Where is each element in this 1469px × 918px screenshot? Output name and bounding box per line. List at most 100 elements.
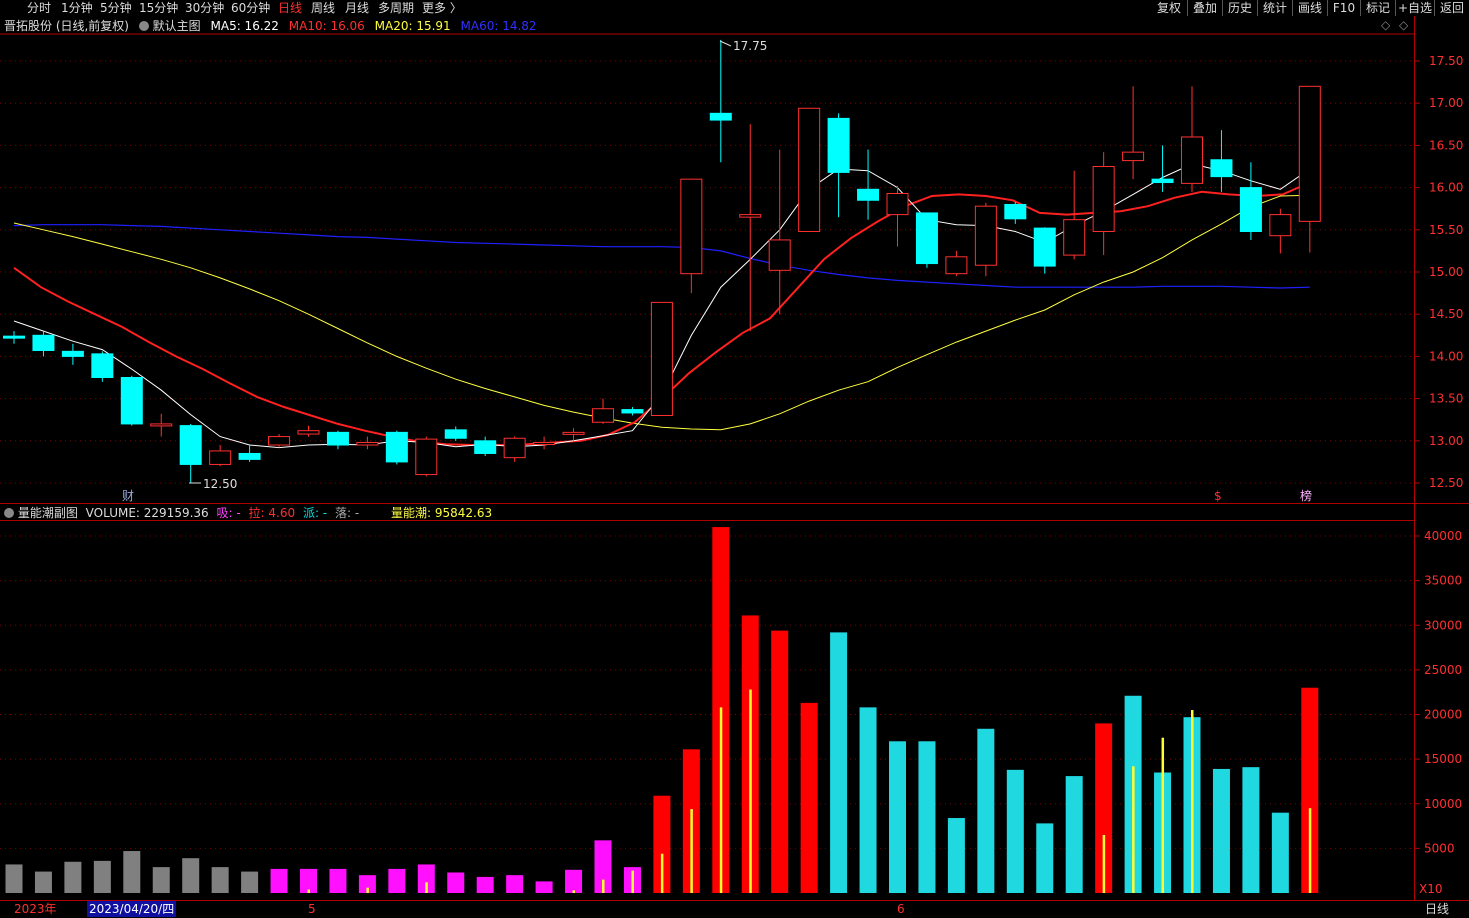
candle-down[interactable] [709, 112, 732, 121]
candle-up[interactable] [650, 301, 673, 416]
candle-up[interactable] [798, 107, 821, 232]
candle-up[interactable] [592, 408, 614, 423]
candle-up[interactable] [415, 438, 438, 476]
candle-up[interactable] [1063, 219, 1086, 256]
volume-bar[interactable] [329, 868, 347, 893]
candle-down[interactable] [61, 350, 84, 357]
lnc-line-bar [749, 689, 752, 893]
candle-down[interactable] [238, 452, 261, 460]
volume-bar[interactable] [34, 871, 52, 893]
candle-down[interactable] [1151, 178, 1174, 184]
volume-tick-label: 40000 [1424, 529, 1462, 543]
month-6-label: 6 [897, 902, 905, 916]
volume-bar[interactable] [830, 632, 848, 893]
volume-bar[interactable] [5, 864, 23, 893]
volume-bar[interactable] [535, 881, 553, 893]
volume-bar[interactable] [1242, 767, 1260, 893]
volume-bar[interactable] [1065, 776, 1083, 893]
candle-down[interactable] [120, 377, 143, 425]
volume-bar[interactable] [565, 869, 583, 893]
candle-up[interactable] [503, 437, 526, 459]
candle-up[interactable] [974, 205, 997, 266]
volume-bar[interactable] [1036, 823, 1054, 893]
volume-bar[interactable] [211, 867, 229, 893]
volume-bar[interactable] [388, 868, 406, 893]
candle-down[interactable] [1239, 187, 1262, 232]
lnc-line-bar [602, 879, 605, 893]
volume-bar[interactable] [182, 858, 200, 893]
volume-bar[interactable] [800, 702, 818, 893]
candle-up[interactable] [150, 423, 173, 427]
lnc-line-bar [1161, 737, 1165, 893]
candle-down[interactable] [32, 334, 55, 351]
lnc-line-bar [1132, 766, 1135, 893]
volume-bar[interactable] [859, 707, 877, 893]
volume-bar[interactable] [506, 875, 524, 893]
volume-bar[interactable] [241, 871, 259, 893]
lnc-line-bar [631, 870, 634, 893]
volume-bar[interactable] [270, 868, 288, 893]
candle-down[interactable] [915, 212, 938, 265]
candle-up[interactable] [297, 430, 320, 435]
candle-down[interactable] [621, 409, 644, 414]
volume-bar[interactable] [93, 860, 111, 893]
lnc-line-bar [366, 887, 369, 893]
candle-down[interactable] [179, 425, 202, 465]
candle-down[interactable] [385, 431, 408, 463]
volume-bar[interactable] [918, 741, 936, 893]
volume-bar[interactable] [152, 867, 170, 893]
price-tick-label: 17.00 [1429, 96, 1463, 110]
price-tick-label: 13.50 [1429, 392, 1463, 406]
volume-bar[interactable] [447, 872, 465, 893]
candle-up[interactable] [680, 178, 703, 275]
candle-down[interactable] [3, 335, 25, 339]
candle-up[interactable] [945, 256, 968, 275]
period-label[interactable]: 日线 [1425, 901, 1449, 917]
high-marker-arrow [719, 40, 732, 47]
candle-up[interactable] [562, 431, 585, 435]
volume-bar[interactable] [123, 851, 141, 893]
volume-bar[interactable] [771, 630, 789, 893]
volume-bar[interactable] [64, 861, 82, 893]
month-5-label: 5 [308, 902, 316, 916]
candle-down[interactable] [326, 431, 349, 446]
lnc-line-bar [1191, 710, 1194, 893]
volume-bar[interactable] [977, 728, 995, 893]
candle-down[interactable] [857, 188, 880, 201]
candle-up[interactable] [209, 450, 232, 465]
kline-chart[interactable]: 17.50 17.00 16.50 16.00 15.50 15.00 14.50 14.00… [0, 0, 1469, 900]
high-marker-label: 17.75 [733, 39, 767, 53]
price-tick-label: 17.50 [1429, 54, 1463, 68]
candle-up[interactable] [739, 214, 762, 218]
candle-up[interactable] [1092, 166, 1115, 232]
candle-down[interactable] [1033, 227, 1056, 267]
candle-down[interactable] [474, 440, 497, 454]
volume-bar[interactable] [300, 868, 317, 893]
candle-up[interactable] [533, 441, 556, 445]
candle-up[interactable] [886, 193, 909, 216]
price-tick-label: 14.00 [1429, 349, 1463, 363]
volume-tick-label: 35000 [1424, 574, 1462, 588]
candle-up[interactable] [268, 436, 291, 446]
volume-bar[interactable] [1271, 812, 1289, 893]
candle-up[interactable] [356, 441, 379, 446]
volume-bar[interactable] [947, 818, 965, 893]
candle-down[interactable] [91, 353, 114, 379]
candle-up[interactable] [1181, 136, 1203, 184]
price-tick-label: 16.00 [1429, 181, 1463, 195]
volume-bar[interactable] [1212, 768, 1230, 893]
candle-up[interactable] [768, 239, 791, 271]
candle-down[interactable] [1210, 159, 1233, 178]
candle-down[interactable] [444, 429, 467, 439]
candle-up[interactable] [1122, 151, 1145, 162]
candle-up[interactable] [1298, 85, 1321, 222]
candle-up[interactable] [1269, 214, 1292, 237]
volume-unit-label: X10 [1419, 882, 1443, 896]
lnc-line-bar [719, 707, 723, 893]
volume-bar[interactable] [1006, 769, 1024, 893]
candle-down[interactable] [1004, 203, 1027, 220]
price-tick-label: 15.00 [1429, 265, 1463, 279]
volume-bar[interactable] [476, 876, 494, 893]
candle-down[interactable] [827, 117, 850, 173]
volume-bar[interactable] [889, 741, 906, 893]
